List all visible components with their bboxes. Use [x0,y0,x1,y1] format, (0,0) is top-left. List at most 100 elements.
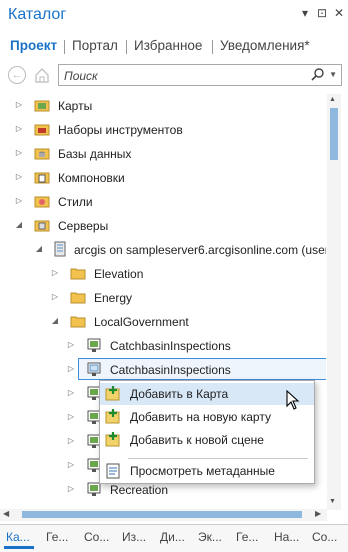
server-connection-icon [52,241,68,257]
tab-notifications[interactable]: Уведомления* [220,38,310,53]
bottom-tab[interactable]: Со... [84,530,109,544]
tree-item[interactable]: ▷ Базы данных [0,142,326,166]
add-data-icon [105,386,121,402]
scroll-down-icon[interactable]: ▼ [329,498,336,505]
expand-arrow-icon[interactable]: ▷ [66,459,76,471]
toolbox-folder-icon [34,121,50,137]
tab-divider [212,40,213,54]
bottom-dock-tabs: Ка... Ге... Со... Из... Ди... Эк... Ге..… [0,524,348,552]
menu-item-label: Добавить в Карта [130,387,229,401]
search-icon[interactable] [311,67,325,84]
bottom-tab[interactable]: Ге... [46,530,68,544]
menu-item-add-to-new-map[interactable]: Добавить на новую карту [100,406,314,428]
tree-item[interactable]: ◢ arcgis on sampleserver6.arcgisonline.co… [0,238,326,262]
tree-item-label: CatchbasinInspections [110,363,231,377]
tab-portal[interactable]: Портал [72,38,118,53]
tree-item-label: Карты [58,99,93,113]
tab-favorites[interactable]: Избранное [134,38,202,53]
horizontal-scroll-thumb[interactable] [22,511,302,518]
menu-item-label: Просмотреть метаданные [130,464,275,478]
expand-arrow-icon[interactable]: ▷ [14,123,24,135]
feature-service-icon [86,361,102,377]
tab-divider [64,40,65,54]
tree-item-label: Наборы инструментов [58,123,183,137]
search-options-chevron-icon[interactable]: ▼ [329,70,337,79]
tree-item[interactable]: ▷ Стили [0,190,326,214]
tree-item-label: Energy [94,291,133,305]
expand-arrow-icon[interactable]: ▷ [50,291,60,303]
collapse-arrow-icon[interactable]: ◢ [34,243,44,255]
bottom-tab[interactable]: Ди... [160,530,185,544]
back-icon[interactable]: ← [8,66,26,84]
vertical-scroll-thumb[interactable] [330,108,338,160]
add-data-icon [105,409,121,425]
tree-item-label: Базы данных [58,147,132,161]
pane-options-icon[interactable]: ▾ [298,6,312,20]
bottom-tab[interactable]: Из... [122,530,146,544]
tab-divider [126,40,127,54]
bottom-tab[interactable]: Ге... [236,530,258,544]
map-folder-icon [34,97,50,113]
expand-arrow-icon[interactable]: ▷ [66,339,76,351]
search-placeholder: Поиск [64,69,98,83]
metadata-icon [105,463,121,479]
expand-arrow-icon[interactable]: ▷ [14,195,24,207]
tree-item[interactable]: ▷ CatchbasinInspections [0,334,326,358]
tree-item[interactable]: ▷ Elevation [0,262,326,286]
tree-item-label: arcgis on sampleserver6.arcgisonline.com… [74,243,326,257]
pane-title: Каталог [8,6,67,23]
bottom-tab[interactable]: Эк... [198,530,222,544]
expand-arrow-icon[interactable]: ▷ [66,411,76,423]
tree-item[interactable]: ▷ Компоновки [0,166,326,190]
tree-item-label: Серверы [58,219,109,233]
expand-arrow-icon[interactable]: ▷ [14,147,24,159]
bottom-tab[interactable]: Со... [312,530,337,544]
menu-item-label: Добавить на новую карту [130,410,271,424]
tree-item-label: CatchbasinInspections [110,339,231,353]
collapse-arrow-icon[interactable]: ◢ [50,315,60,327]
expand-arrow-icon[interactable]: ▷ [66,387,76,399]
tree-item-selected[interactable]: ▷ CatchbasinInspections [0,358,326,382]
active-tab-underline [4,546,34,549]
tree-item-label: LocalGovernment [94,315,189,329]
expand-arrow-icon[interactable]: ▷ [14,171,24,183]
expand-arrow-icon[interactable]: ▷ [66,435,76,447]
expand-arrow-icon[interactable]: ▷ [66,483,76,495]
search-input[interactable]: Поиск ▼ [58,64,342,86]
pane-titlebar: Каталог ▾ ⊡ ✕ [0,0,348,32]
menu-item-view-metadata[interactable]: Просмотреть метаданные [100,460,314,482]
map-service-icon [86,337,102,353]
styles-folder-icon [34,193,50,209]
expand-arrow-icon[interactable]: ▷ [14,99,24,111]
close-icon[interactable]: ✕ [332,6,346,20]
tree-item[interactable]: ◢ LocalGovernment [0,310,326,334]
navigation-row: ← Поиск ▼ [0,64,348,88]
bottom-tab[interactable]: На... [274,530,299,544]
home-icon[interactable] [34,66,50,84]
menu-divider [128,458,308,459]
tree-item[interactable]: ▷ Наборы инструментов [0,118,326,142]
scroll-left-icon[interactable]: ◀ [3,509,9,518]
menu-item-add-to-map[interactable]: Добавить в Карта [100,383,314,405]
scroll-up-icon[interactable]: ▲ [329,96,336,103]
add-data-icon [105,432,121,448]
expand-arrow-icon[interactable]: ▷ [66,363,76,375]
bottom-tab-catalog[interactable]: Ка... [6,530,30,544]
servers-folder-icon [34,217,50,233]
tab-project[interactable]: Проект [10,38,57,53]
menu-item-add-to-new-scene[interactable]: Добавить к новой сцене [100,429,314,451]
tree-item[interactable]: ◢ Серверы [0,214,326,238]
tree-item[interactable]: ▷ Карты [0,94,326,118]
collapse-arrow-icon[interactable]: ◢ [14,219,24,231]
tree-item[interactable]: ▷ Energy [0,286,326,310]
layout-folder-icon [34,169,50,185]
scroll-right-icon[interactable]: ▶ [315,509,321,518]
expand-arrow-icon[interactable]: ▷ [50,267,60,279]
tree-item-label: Стили [58,195,93,209]
tree-item-label: Recreation [110,483,169,497]
database-folder-icon [34,145,50,161]
context-menu: Добавить в Карта Добавить на новую карту… [99,380,315,484]
catalog-tabs: Проект Портал Избранное Уведомления* [0,36,348,58]
menu-item-label: Добавить к новой сцене [130,433,264,447]
auto-hide-icon[interactable]: ⊡ [315,6,329,20]
